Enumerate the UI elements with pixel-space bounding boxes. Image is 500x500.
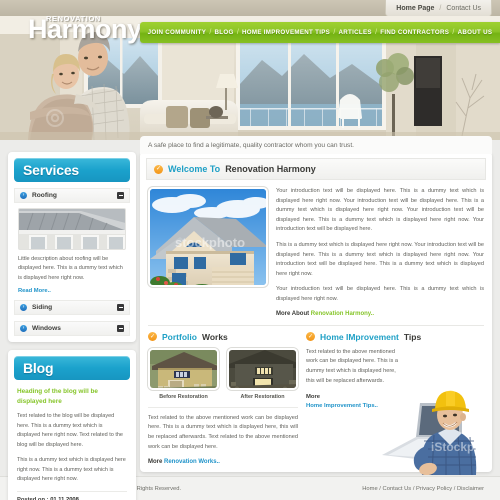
tips-more-prefix: More [306, 394, 321, 401]
portfolio-more-prefix: More [148, 459, 163, 466]
bullet-circle-icon: › [20, 325, 27, 333]
before-house-illustration [150, 349, 217, 388]
tips-title-primary: Home IMprovement [320, 331, 399, 342]
worker-illustration: iStockphoto [382, 390, 500, 476]
sidebar-item-label: Windows [32, 325, 61, 333]
portfolio-shots: Before Restoration After Restoration [148, 347, 298, 400]
more-about-prefix: More About [276, 310, 310, 317]
site-logo[interactable]: RENOVATION Harmony [28, 14, 142, 43]
sidebar-item-siding[interactable]: › Siding [14, 300, 130, 316]
footer-links-text[interactable]: Home / Contact Us / Privacy Policy / Dis… [362, 486, 484, 492]
before-restoration-caption: Before Restoration [159, 393, 208, 400]
check-circle-icon: ✓ [148, 332, 157, 342]
check-circle-icon: ✓ [154, 164, 163, 174]
services-heading: Services [14, 158, 130, 182]
services-heading-text: Services [23, 162, 80, 178]
portfolio-more-line: More Renovation Works.. [148, 459, 298, 465]
blog-card: Blog Heading of the blog will be display… [8, 350, 136, 500]
intro-paragraph-1: Your introduction text will be displayed… [276, 188, 484, 233]
tips-title-secondary: Tips [403, 331, 422, 342]
nav-separator: / [333, 29, 336, 36]
sidebar-item-roofing[interactable]: › Roofing [14, 188, 130, 203]
watermark-text: iStockphoto [431, 440, 486, 454]
nav-item-articles[interactable]: ARTICLES [339, 29, 372, 36]
blog-meta: Posted on : 01.11.2008 20 Views | 5 Comm… [17, 491, 127, 500]
after-house-illustration [229, 349, 296, 388]
nav-item-find-contractors[interactable]: FIND CONTRACTORS [380, 29, 449, 36]
nav-separator: / [236, 29, 239, 36]
intro-house-image: stockphoto [148, 187, 268, 287]
portfolio-section: ✓ Portfolio Works Before Restoration Aft… [148, 332, 298, 465]
footer-links[interactable]: Home / Contact Us / Privacy Policy / Dis… [362, 486, 484, 492]
welcome-title: Renovation Harmony [225, 164, 316, 174]
bullet-circle-icon: › [20, 304, 27, 312]
tagline-bar: A safe place to find a legitimate, quali… [140, 136, 492, 154]
nav-separator: / [209, 29, 212, 36]
after-restoration-image [227, 347, 298, 390]
welcome-bar: ✓ Welcome To Renovation Harmony [146, 158, 486, 180]
intro-text-block: Your introduction text will be displayed… [276, 187, 484, 317]
portfolio-heading: ✓ Portfolio Works [148, 332, 298, 342]
nav-item-about-us[interactable]: ABOUT US [458, 29, 493, 36]
portfolio-title-secondary: Works [201, 331, 228, 342]
top-links: Home Page / Contact Us [385, 0, 492, 16]
collapse-minus-icon[interactable] [117, 325, 124, 333]
sidebar-item-label: Roofing [32, 192, 57, 199]
blog-heading-text: Blog [23, 360, 54, 377]
bottom-columns: ✓ Portfolio Works Before Restoration Aft… [140, 326, 500, 476]
intro-paragraph-2: This is a dummy text which is displayed … [276, 242, 484, 277]
nav-separator: / [375, 29, 378, 36]
blog-heading: Blog [14, 356, 130, 381]
nav-item-join-community[interactable]: JOIN COMMUNITY [148, 29, 207, 36]
page-root: Home Page / Contact Us RENOVATION Harmon… [0, 0, 500, 500]
collapse-minus-icon[interactable] [117, 192, 124, 199]
house-illustration: stockphoto [150, 189, 266, 285]
top-link-separator: / [439, 4, 442, 12]
intro-paragraph-3: Your introduction text will be displayed… [276, 286, 484, 303]
more-about-line: More About Renovation Harmony.. [276, 311, 484, 317]
portfolio-item-after[interactable]: After Restoration [227, 347, 298, 400]
sidebar-item-windows[interactable]: › Windows [14, 321, 130, 337]
main-content-panel: ✓ Welcome To Renovation Harmony stockpho… [140, 152, 500, 476]
portfolio-text: Text related to the above mentioned work… [148, 414, 298, 450]
after-restoration-caption: After Restoration [240, 393, 285, 400]
before-restoration-image [148, 347, 219, 390]
sidebar: Services › Roofing Little description ab… [8, 152, 136, 500]
check-circle-icon: ✓ [306, 332, 315, 342]
portfolio-divider [148, 406, 298, 408]
portfolio-item-before[interactable]: Before Restoration [148, 347, 219, 400]
main-navigation: JOIN COMMUNITY / BLOG / HOME IMPROVEMENT… [140, 22, 500, 43]
top-link-contact-us[interactable]: Contact Us [446, 5, 481, 12]
blog-paragraph-1: Text related to the blog will be display… [17, 413, 123, 448]
portfolio-title-primary: Portfolio [162, 331, 197, 342]
sidebar-item-label: Siding [32, 304, 53, 312]
services-card: Services › Roofing Little description ab… [8, 152, 136, 343]
nav-item-blog[interactable]: BLOG [215, 29, 234, 36]
tips-section: ✓ Home IMprovement Tips Text related to … [306, 332, 500, 476]
worker-photo: iStockphoto [376, 379, 500, 476]
blog-paragraph-2: This is a dummy text which is displayed … [17, 457, 126, 482]
tagline-text: A safe place to find a legitimate, quali… [148, 141, 354, 149]
tips-heading: ✓ Home IMprovement Tips [306, 332, 484, 342]
welcome-prefix: Welcome To [168, 164, 221, 174]
more-about-link[interactable]: Renovation Harmony.. [311, 311, 374, 317]
intro-section: stockphoto Your introduction text will b… [140, 180, 492, 317]
logo-small-text: RENOVATION [46, 14, 101, 23]
roofing-read-more-link[interactable]: Read More.. [18, 288, 126, 294]
nav-item-home-improvement-tips[interactable]: HOME IMPROVEMENT TIPS [242, 29, 330, 36]
roof-illustration [19, 209, 125, 249]
roofing-panel: Little description about roofing will be… [14, 203, 130, 294]
roofing-image [18, 208, 126, 250]
bullet-circle-icon: › [20, 192, 27, 199]
top-link-home-page[interactable]: Home Page [396, 5, 434, 12]
roofing-description: Little description about roofing will be… [18, 256, 123, 281]
collapse-minus-icon[interactable] [117, 304, 124, 312]
watermark-text: stockphoto [175, 235, 245, 250]
nav-separator: / [452, 29, 455, 36]
portfolio-more-link[interactable]: Renovation Works.. [164, 459, 220, 465]
blog-post-title[interactable]: Heading of the blog will be displayed he… [17, 387, 127, 406]
